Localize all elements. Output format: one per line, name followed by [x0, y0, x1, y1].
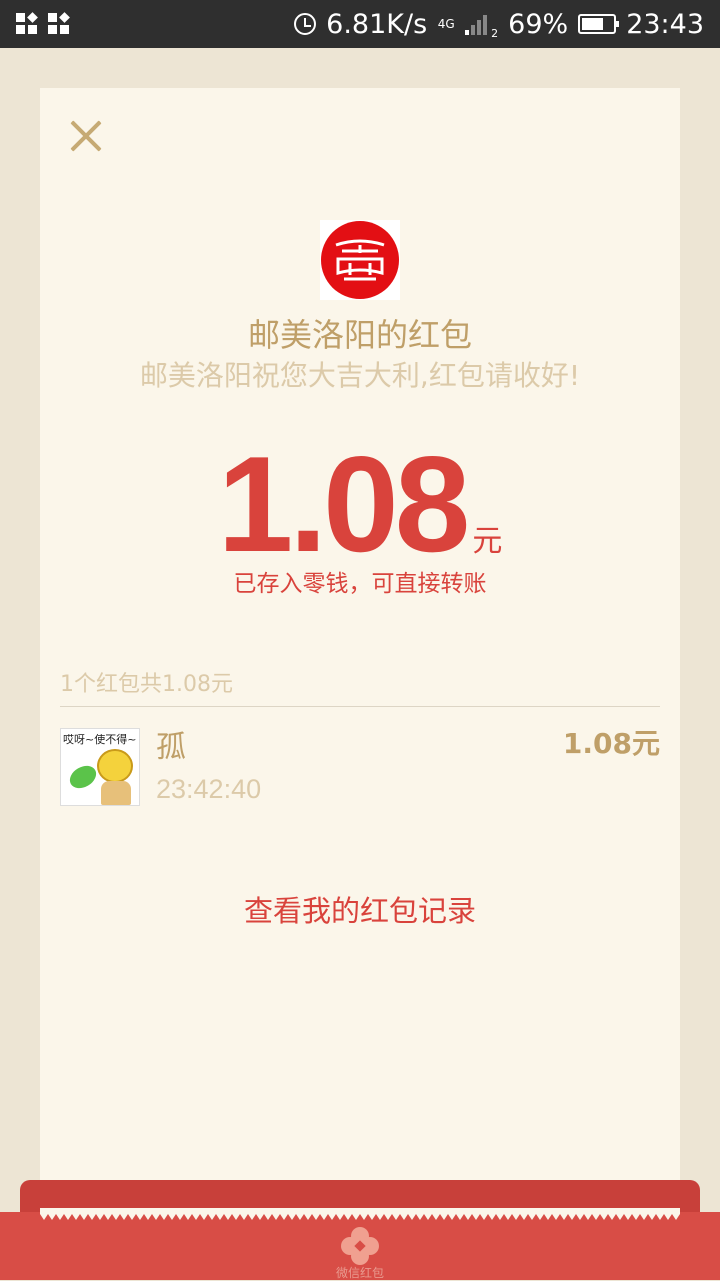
red-packet-flower-icon	[341, 1227, 379, 1265]
app-icon	[16, 12, 38, 35]
amount-value: 1.08	[217, 428, 471, 580]
network-speed: 6.81K/s	[326, 8, 428, 40]
list-item: 哎呀~使不得~ 孤 23:42:40 1.08元	[60, 727, 660, 808]
sender-title: 邮美洛阳的红包	[247, 316, 472, 354]
leaf-icon	[65, 761, 101, 793]
card-zigzag-edge	[40, 1208, 680, 1220]
footer-badge-label: 微信红包	[335, 1266, 384, 1280]
character-body	[101, 781, 131, 805]
view-history-link[interactable]: 查看我的红包记录	[40, 888, 680, 930]
avatar[interactable]: 哎呀~使不得~	[60, 728, 140, 806]
system-indicators: 6.81K/s 4G 2 69% 23:43	[294, 9, 704, 40]
divider	[60, 706, 660, 707]
greeting-text: 邮美洛阳祝您大吉大利,红包请收好!	[139, 359, 581, 392]
network-type-icon: 4G	[437, 17, 455, 31]
saved-to-balance-note[interactable]: 已存入零钱，可直接转账	[40, 564, 680, 598]
alarm-icon	[294, 13, 317, 35]
receiver-name: 孤	[156, 730, 186, 765]
clock: 23:43	[626, 8, 704, 40]
sim-slot: 2	[491, 26, 499, 40]
signal-icon	[465, 13, 488, 35]
avatar-caption: 哎呀~使不得~	[63, 733, 137, 746]
logo-emblem-icon	[321, 221, 399, 299]
receive-time: 23:42:40	[156, 774, 262, 804]
close-icon[interactable]	[66, 116, 106, 156]
receive-amount: 1.08元	[562, 727, 660, 760]
smiley-icon	[97, 749, 133, 783]
battery-percent: 69%	[508, 8, 569, 40]
battery-level	[582, 18, 603, 30]
sender-logo	[320, 220, 400, 300]
red-packet-card: 邮美洛阳的红包 邮美洛阳祝您大吉大利,红包请收好! 1.08 元 已存入零钱，可直…	[40, 88, 680, 1218]
status-bar: 6.81K/s 4G 2 69% 23:43	[0, 0, 720, 48]
amount-display: 1.08 元	[40, 434, 680, 574]
battery-icon	[578, 14, 620, 34]
amount-unit: 元	[472, 524, 503, 559]
packet-summary: 1个红包共1.08元	[60, 672, 233, 697]
app-icon	[48, 12, 70, 35]
notification-icons	[16, 12, 70, 35]
